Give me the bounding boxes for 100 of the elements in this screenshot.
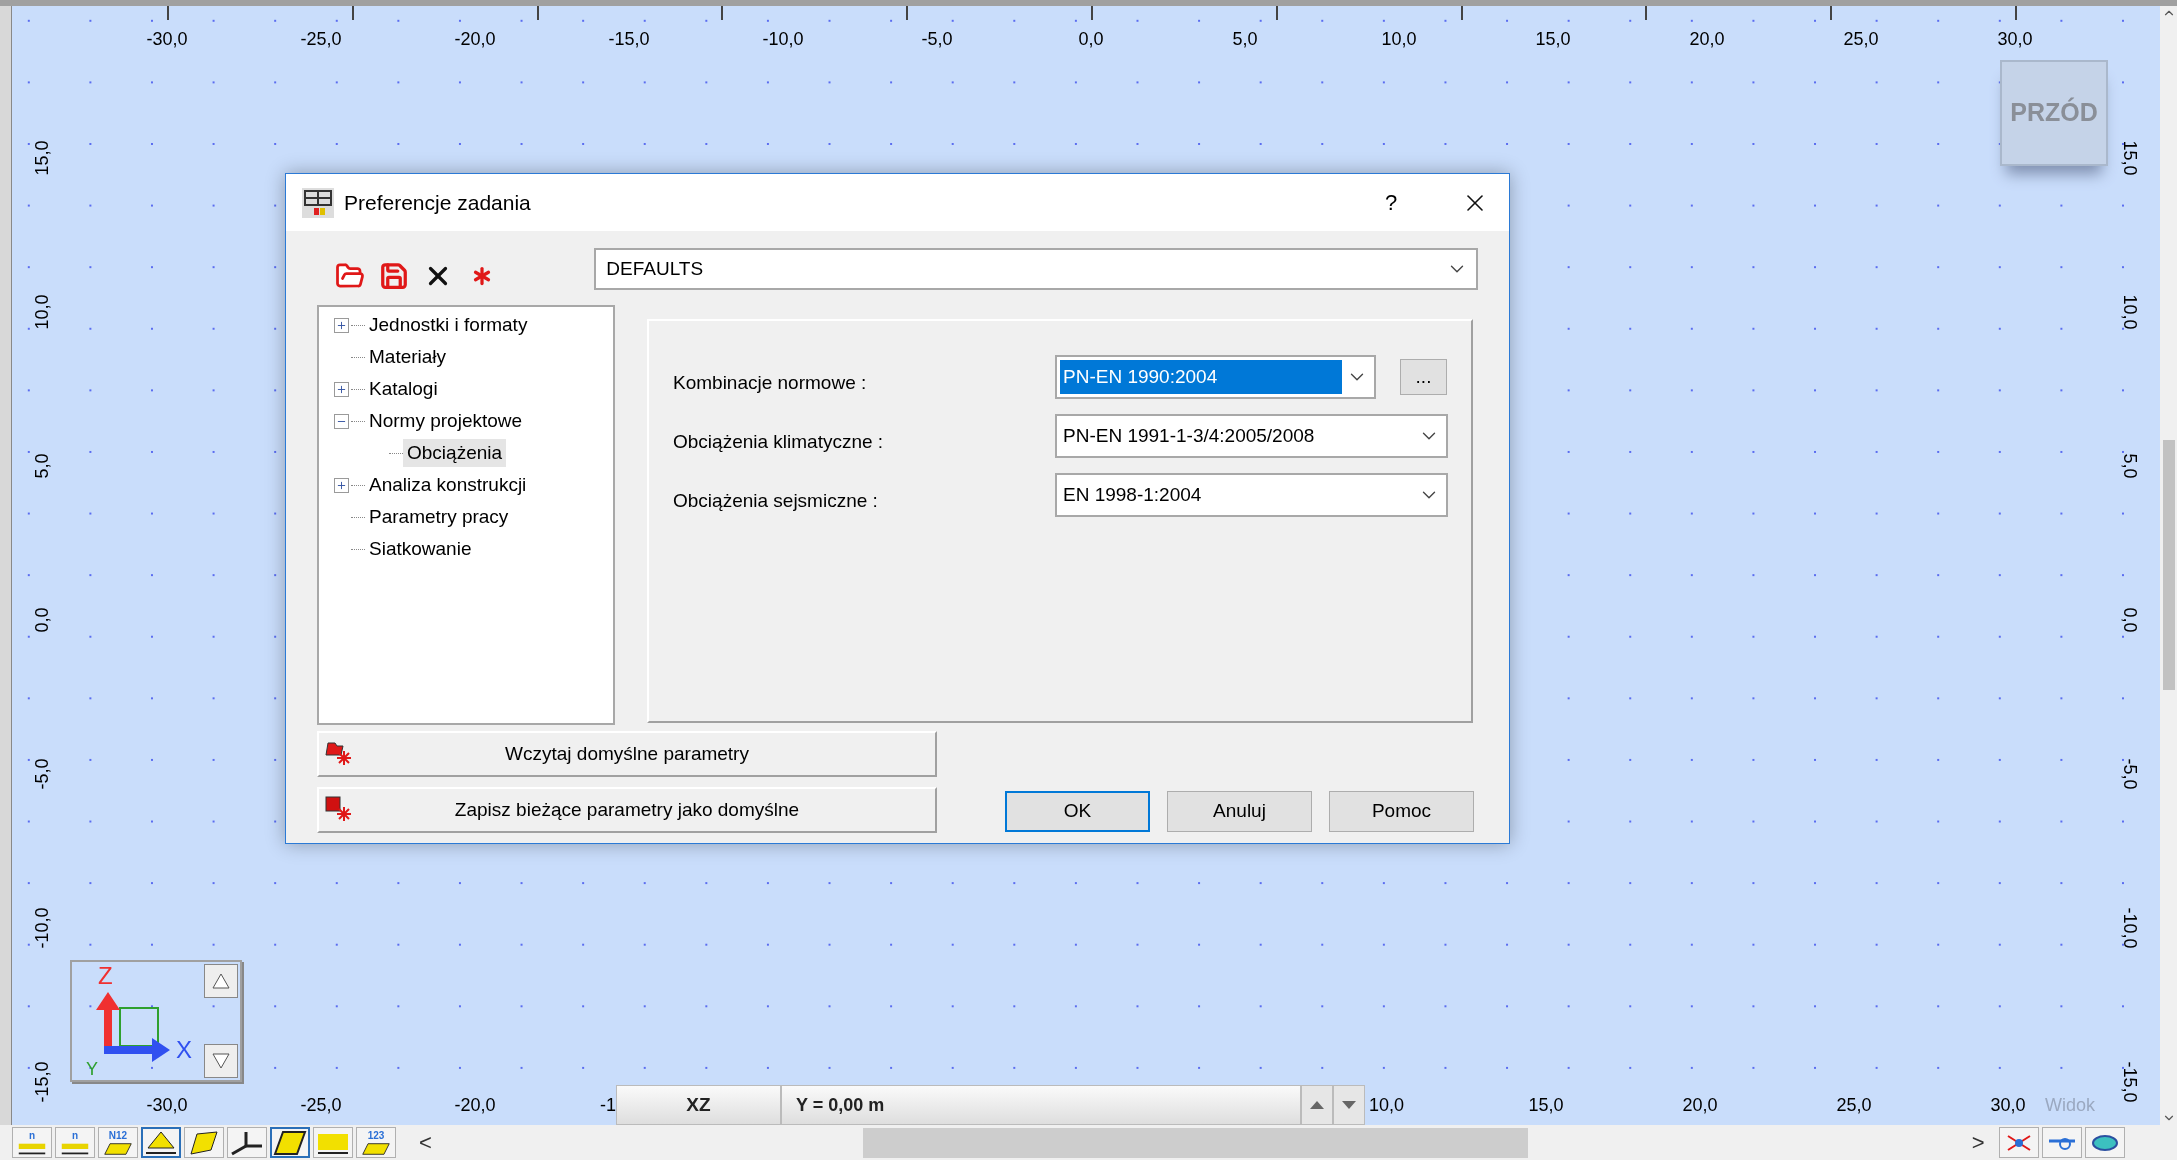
tool-icon [17,1141,47,1156]
folder-star-icon [325,739,351,765]
tool-caption: 123 [367,1129,385,1141]
tree-item[interactable]: Jednostki i formaty [365,310,532,340]
ruler-label: 10,0 [1369,1096,1405,1114]
ruler-label: 0,0 [1078,30,1104,48]
ruler-label: -5,0 [2121,758,2139,790]
tree-item[interactable]: Obciążenia [403,438,507,468]
defaults-button[interactable]: Zapisz bieżące parametry jako domyślne [317,787,937,833]
tool-icon [361,1141,391,1156]
ruler-label: 5,0 [1232,30,1258,48]
cross-tool-button[interactable] [1998,1127,2039,1158]
tool-caption: n [28,1129,36,1141]
tree-item[interactable]: Materiały [365,342,451,372]
save-icon [379,261,409,291]
defaults-button[interactable]: Wczytaj domyślne parametry [317,731,937,777]
tree-item[interactable]: Parametry pracy [365,502,513,532]
tool-button[interactable] [227,1127,267,1158]
scroll-left-button[interactable]: < [419,1126,432,1159]
ruler-label: 30,0 [1997,30,2033,48]
disk-star-icon [325,795,351,821]
tree-item[interactable]: Katalogi [365,374,442,404]
axis-label: X [176,1038,192,1062]
view-tool-button[interactable] [2084,1127,2125,1158]
ruler-label: 20,0 [1682,1096,1718,1114]
ruler-label: -20,0 [454,30,496,48]
tree-item[interactable]: Siatkowanie [365,534,476,564]
ruler-label: -5,0 [33,758,51,790]
tool-caption: n [71,1129,79,1141]
ruler-label: -15,0 [608,30,650,48]
tool-button[interactable]: n [55,1127,95,1158]
scrollbar-thumb[interactable] [2162,440,2175,690]
coordinate-field[interactable]: Y = 0,00 m [781,1085,1301,1125]
ruler-label: -20,0 [454,1096,496,1114]
ruler-label: 10,0 [33,294,51,330]
ruler-label: 10,0 [1381,30,1417,48]
ruler-label: 10,0 [2121,294,2139,330]
ruler-label: -25,0 [300,30,342,48]
axis-widget[interactable]: Z Y X [70,960,242,1082]
ruler-label: 15,0 [1535,30,1571,48]
tool-button[interactable] [313,1127,353,1158]
tree-item[interactable]: Analiza konstrukcji [365,470,531,500]
ruler-label: 0,0 [2121,607,2139,633]
ruler-label: 5,0 [33,453,51,479]
tool-icon [103,1141,133,1156]
collapse-icon[interactable] [333,413,349,429]
ruler-label: 15,0 [2121,140,2139,176]
down-arrow-button[interactable] [1333,1085,1365,1125]
help-button[interactable]: ? [1361,182,1421,223]
triangle-down-icon [211,1052,231,1070]
ruler-label: 25,0 [1836,1096,1872,1114]
field-label: Kombinacje normowe : [673,370,868,395]
standard-dropdown[interactable]: PN-EN 1990:2004 [1055,355,1376,399]
standard-dropdown[interactable]: EN 1998-1:2004 [1055,473,1448,517]
tool-icon [187,1129,221,1156]
expand-icon[interactable] [333,317,349,333]
tool-button[interactable] [270,1127,310,1158]
plane-label[interactable]: XZ [616,1085,781,1125]
tool-button[interactable]: N12 [98,1127,138,1158]
ruler-label: -30,0 [146,1096,188,1114]
standard-dropdown[interactable]: PN-EN 1991-1-3/4:2005/2008 [1055,414,1448,458]
dialog-button[interactable]: Pomoc [1329,791,1474,832]
dialog-button[interactable]: Anuluj [1167,791,1312,832]
ruler-label: -10,0 [33,907,51,949]
view-caption: Widok [2045,1093,2095,1117]
up-arrow-button[interactable] [204,964,238,998]
expand-icon[interactable] [333,477,349,493]
tool-icon [144,1129,178,1156]
dialog-button[interactable]: OK [1005,791,1150,832]
axis-label: Z [98,964,113,988]
ruler-label: -5,0 [921,30,953,48]
scroll-right-button[interactable]: > [1971,1126,1985,1159]
ruler-label: -15,0 [33,1061,51,1103]
tool-button[interactable] [184,1127,224,1158]
ruler-label: 0,0 [33,607,51,633]
browse-button[interactable]: ... [1400,359,1447,395]
ruler-label: -10,0 [2121,907,2139,949]
save-button[interactable] [379,261,409,291]
tool-button[interactable] [141,1127,181,1158]
app-icon [302,187,334,218]
tree-item[interactable]: Normy projektowe [365,406,527,436]
scrollbar-thumb[interactable] [862,1127,1528,1158]
line-tool-button[interactable] [2041,1127,2082,1158]
ruler-label: -25,0 [300,1096,342,1114]
preset-dropdown[interactable]: DEFAULTS [594,248,1478,290]
up-arrow-button[interactable] [1301,1085,1333,1125]
expand-icon[interactable] [333,381,349,397]
triangle-up-icon [211,972,231,990]
tool-icon [273,1129,307,1156]
axis-label: Y [86,1060,98,1078]
tool-caption: N12 [108,1129,128,1141]
ruler-label: 15,0 [33,140,51,176]
field-label: Obciążenia sejsmiczne : [673,488,879,513]
down-arrow-button[interactable] [204,1044,238,1078]
ruler-label: 25,0 [1843,30,1879,48]
ruler-label: 20,0 [1689,30,1725,48]
dialog-title: Preferencje zadania [344,189,531,216]
tool-button[interactable]: n [12,1127,52,1158]
tool-button[interactable]: 123 [356,1127,396,1158]
ruler-label: -15,0 [2121,1061,2139,1103]
